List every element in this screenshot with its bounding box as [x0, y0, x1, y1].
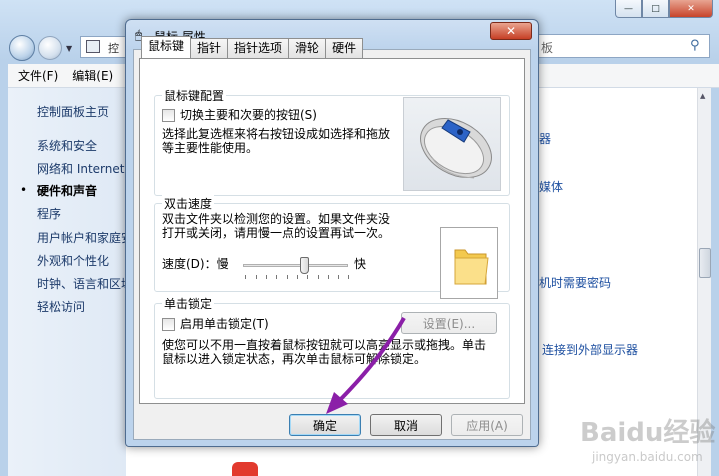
sidebar-item-hardware-sound[interactable]: 硬件和声音 — [37, 182, 127, 199]
current-item-bullet: • — [20, 183, 28, 197]
slider-tick — [276, 275, 277, 279]
slider-tick — [256, 275, 257, 279]
sidebar-item-ease-of-access[interactable]: 轻松访问 — [37, 298, 127, 315]
switch-buttons-checkbox[interactable] — [162, 109, 175, 122]
task-link[interactable]: 器 — [539, 130, 551, 147]
address-text: 控 — [108, 42, 119, 55]
control-panel-icon — [86, 40, 100, 53]
close-button[interactable]: ✕ — [669, 0, 713, 18]
tab-buttons[interactable]: 鼠标键 — [141, 36, 192, 58]
task-link[interactable]: 媒体 — [539, 178, 563, 195]
forward-button[interactable] — [38, 36, 62, 60]
group-title-double-click: 双击速度 — [162, 195, 215, 212]
dialog-close-button[interactable]: ✕ — [490, 22, 532, 40]
sidebar-item-network[interactable]: 网络和 Internet — [37, 160, 127, 177]
button-config-description: 选择此复选框来将右按钮设成如选择和拖放等主要性能使用。 — [162, 127, 391, 155]
task-link[interactable]: 连接到外部显示器 — [542, 341, 638, 358]
search-placeholder: 板 — [541, 41, 554, 55]
slider-tick — [307, 275, 308, 279]
watermark-url: jingyan.baidu.com — [592, 450, 703, 464]
slider-thumb[interactable] — [300, 257, 309, 274]
click-lock-label[interactable]: 启用单击锁定(T) — [180, 317, 269, 331]
double-click-description: 双击文件夹以检测您的设置。如果文件夹没打开或关闭，请用慢一点的设置再试一次。 — [162, 212, 391, 240]
minimize-button[interactable]: — — [615, 0, 642, 18]
slider-tick — [338, 275, 339, 279]
tab-pointers[interactable]: 指针 — [190, 38, 229, 58]
window-caption-buttons: — □ ✕ — [615, 0, 713, 18]
double-click-speed-slider[interactable] — [243, 264, 348, 267]
scroll-up-icon[interactable]: ▲ — [700, 92, 705, 100]
tab-strip: 鼠标键 指针 指针选项 滑轮 硬件 — [141, 36, 364, 58]
watermark-logo: Baidu经验 — [580, 418, 716, 448]
click-lock-settings-button[interactable]: 设置(E)... — [401, 312, 497, 334]
group-title-click-lock: 单击锁定 — [162, 295, 215, 312]
ok-button[interactable]: 确定 — [289, 414, 361, 436]
menu-edit[interactable]: 编辑(E) — [72, 67, 113, 84]
speed-label: 速度(D)：慢 — [162, 257, 229, 271]
fast-label: 快 — [354, 257, 367, 271]
slider-tick — [297, 275, 298, 279]
partial-icon — [232, 462, 258, 476]
sidebar-item-programs[interactable]: 程序 — [37, 205, 127, 222]
group-title-button-config: 鼠标键配置 — [162, 87, 227, 104]
slider-tick — [245, 275, 246, 279]
sidebar-item-clock-language[interactable]: 时钟、语言和区域 — [37, 275, 127, 292]
tab-hardware[interactable]: 硬件 — [325, 38, 364, 58]
apply-button[interactable]: 应用(A) — [451, 414, 523, 436]
maximize-button[interactable]: □ — [642, 0, 669, 18]
tab-wheel[interactable]: 滑轮 — [288, 38, 327, 58]
slider-tick — [348, 275, 349, 279]
slider-tick — [266, 275, 267, 279]
cancel-button[interactable]: 取消 — [370, 414, 442, 436]
sidebar-item-appearance[interactable]: 外观和个性化 — [37, 252, 127, 269]
slider-tick — [287, 275, 288, 279]
sidebar-item-home[interactable]: 控制面板主页 — [37, 103, 127, 120]
back-button[interactable] — [9, 35, 35, 61]
scrollbar-thumb[interactable] — [699, 248, 711, 278]
click-lock-checkbox[interactable] — [162, 318, 175, 331]
slider-tick — [318, 275, 319, 279]
history-dropdown-icon[interactable]: ▼ — [66, 44, 72, 53]
task-link[interactable]: 机时需要密码 — [539, 274, 611, 291]
menu-file[interactable]: 文件(F) — [18, 67, 58, 84]
sidebar-item-user-accounts[interactable]: 用户帐户和家庭安全 — [37, 229, 127, 246]
switch-buttons-label[interactable]: 切换主要和次要的按钮(S) — [180, 108, 317, 122]
search-icon[interactable]: ⚲ — [690, 38, 700, 53]
mouse-image — [403, 97, 501, 191]
sidebar-item-system-security[interactable]: 系统和安全 — [37, 137, 127, 154]
slider-tick — [328, 275, 329, 279]
test-folder[interactable] — [440, 227, 498, 299]
tab-pointer-options[interactable]: 指针选项 — [227, 38, 290, 58]
search-input[interactable] — [528, 34, 710, 58]
click-lock-description: 使您可以不用一直按着鼠标按钮就可以高亮显示或拖拽。单击鼠标以进入锁定状态，再次单… — [162, 338, 487, 366]
